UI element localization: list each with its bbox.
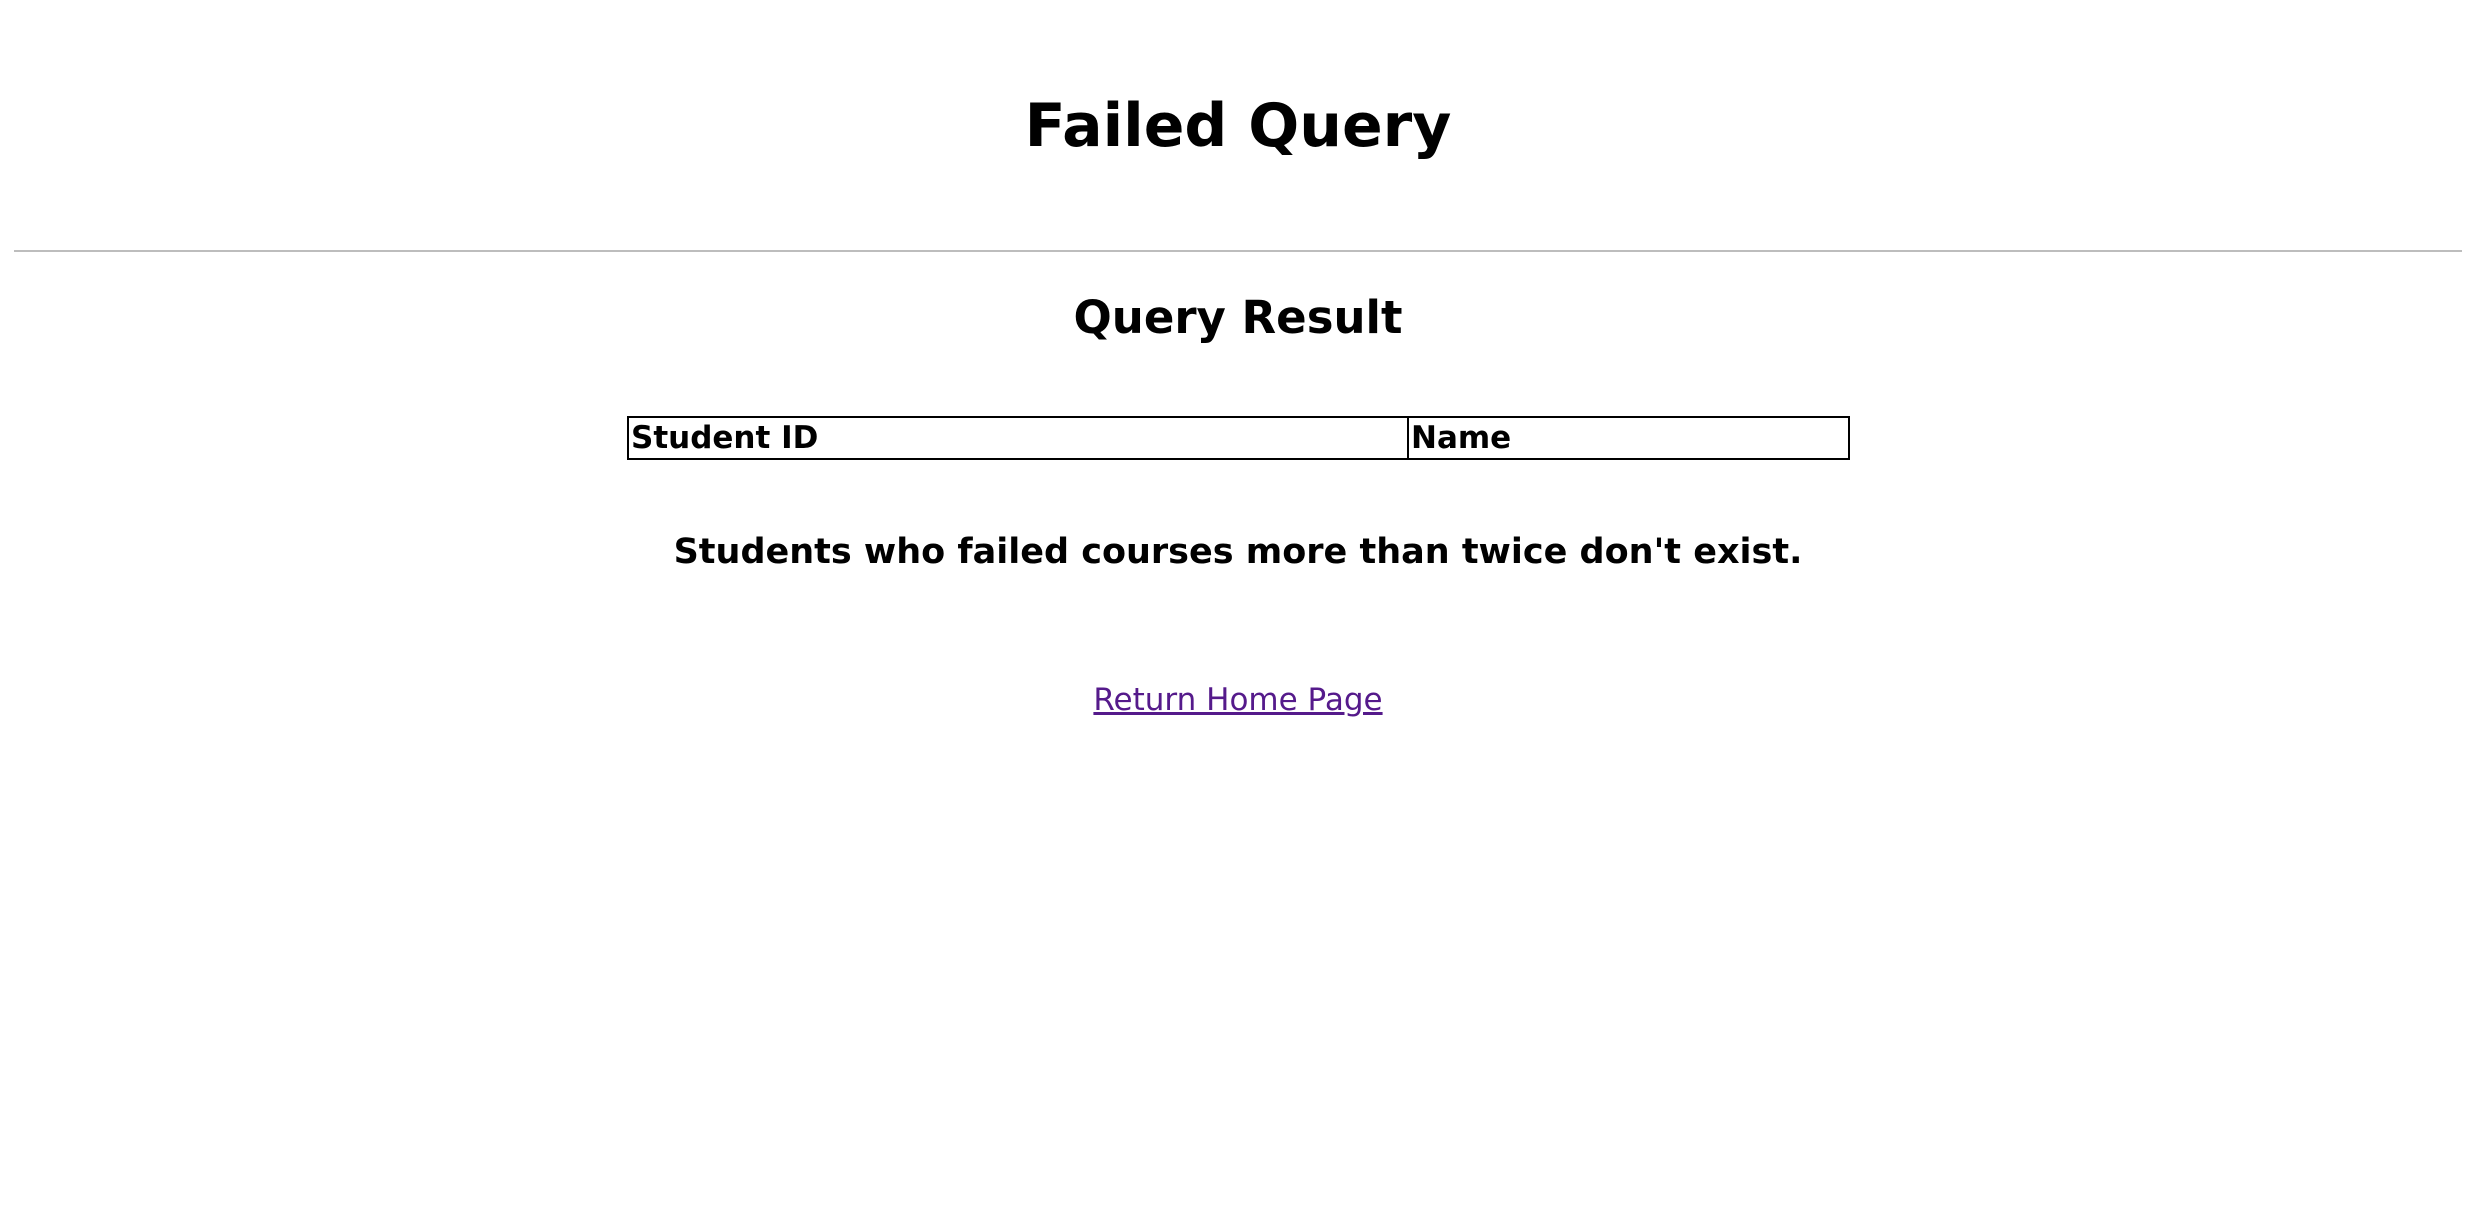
column-header-student-id: Student ID xyxy=(627,416,1409,460)
empty-result-message: Students who failed courses more than tw… xyxy=(673,532,1803,572)
page: Failed Query Query Result Student ID Nam… xyxy=(0,0,2476,1232)
page-title: Failed Query xyxy=(1024,91,1452,161)
home-link-container: Return Home Page xyxy=(0,678,2476,722)
return-home-link[interactable]: Return Home Page xyxy=(1093,682,1382,718)
result-table: Student ID Name xyxy=(627,416,1850,460)
column-header-name: Name xyxy=(1407,416,1850,460)
divider xyxy=(14,250,2462,252)
table-header-row: Student ID Name xyxy=(627,416,1850,460)
section-title: Query Result xyxy=(1073,291,1403,344)
